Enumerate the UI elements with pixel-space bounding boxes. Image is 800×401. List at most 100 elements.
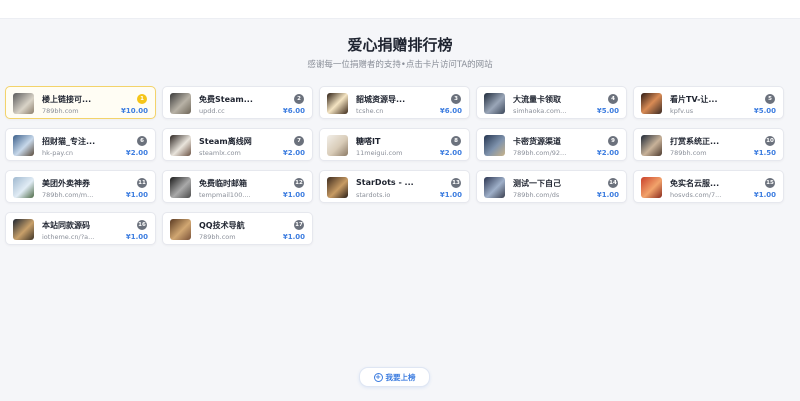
rank-badge: 1 [137, 94, 147, 104]
page-subtitle: 感谢每一位捐赠者的支持•点击卡片访问TA的网站 [307, 60, 493, 70]
rank-badge: 6 [137, 136, 147, 146]
donor-domain: 789bh.com [670, 149, 707, 157]
donor-domain: 789bh.com [42, 107, 79, 115]
donor-name: Steam离线网 [199, 137, 252, 146]
site-thumbnail-icon [13, 93, 34, 114]
donor-domain: 11meigui.com [356, 149, 403, 157]
site-thumbnail-icon [13, 177, 34, 198]
donor-name: 美团外卖神券 [42, 179, 90, 188]
site-thumbnail-icon [13, 219, 34, 240]
donor-card[interactable]: 韶城资源导... tcshe.cn 3 ¥6.00 [319, 86, 470, 119]
donor-card[interactable]: 免实名云服... hosvds.com/7... 15 ¥1.00 [633, 170, 784, 203]
apply-button-label: 我要上榜 [385, 372, 416, 382]
donor-card[interactable]: StarDots - ... stardots.io 13 ¥1.00 [319, 170, 470, 203]
donor-domain: hosvds.com/7... [670, 191, 722, 199]
rank-badge: 17 [294, 220, 304, 230]
donor-domain: iotheme.cn/?a... [42, 233, 95, 241]
apply-button[interactable]: + 我要上榜 [359, 367, 430, 387]
donor-name: 免实名云服... [670, 179, 720, 188]
rank-badge: 11 [137, 178, 147, 188]
site-thumbnail-icon [327, 93, 348, 114]
donor-card[interactable]: 美团外卖神券 789bh.com/m... 11 ¥1.00 [5, 170, 156, 203]
donation-amount: ¥1.50 [753, 149, 776, 157]
donation-amount: ¥5.00 [596, 107, 619, 115]
donor-name: 本站同款源码 [42, 221, 90, 230]
donor-card[interactable]: 大流量卡领取 simhaoka.com... 4 ¥5.00 [476, 86, 627, 119]
site-thumbnail-icon [641, 93, 662, 114]
donation-amount: ¥6.00 [282, 107, 305, 115]
donation-amount: ¥2.00 [596, 149, 619, 157]
plus-circle-icon: + [373, 372, 383, 382]
donor-card[interactable]: 打赏系统正... 789bh.com 10 ¥1.50 [633, 128, 784, 161]
donation-amount: ¥6.00 [439, 107, 462, 115]
donation-amount: ¥1.00 [125, 233, 148, 241]
donor-name: 打赏系统正... [670, 137, 720, 146]
site-thumbnail-icon [327, 135, 348, 156]
rank-badge: 10 [765, 136, 775, 146]
donor-domain: tempmail100.... [199, 191, 251, 199]
donor-domain: simhaoka.com... [513, 107, 567, 115]
donor-name: 糖嗒IT [356, 137, 381, 146]
site-thumbnail-icon [170, 219, 191, 240]
donor-card[interactable]: 测试一下自己 789bh.com/ds 14 ¥1.00 [476, 170, 627, 203]
rank-badge: 4 [608, 94, 618, 104]
donor-grid: 楼上链接可... 789bh.com 1 ¥10.00 免费Steam... updd.c… [5, 86, 796, 245]
donor-name: 楼上链接可... [42, 95, 92, 104]
donation-amount: ¥1.00 [439, 191, 462, 199]
donor-domain: kpfv.us [670, 107, 694, 115]
rank-badge: 3 [451, 94, 461, 104]
rank-badge: 12 [294, 178, 304, 188]
donor-domain: tcshe.cn [356, 107, 384, 115]
donation-amount: ¥2.00 [439, 149, 462, 157]
donation-amount: ¥1.00 [125, 191, 148, 199]
donation-amount: ¥2.00 [125, 149, 148, 157]
donor-name: 测试一下自己 [513, 179, 561, 188]
donation-amount: ¥1.00 [596, 191, 619, 199]
site-thumbnail-icon [327, 177, 348, 198]
site-thumbnail-icon [484, 177, 505, 198]
donor-domain: stardots.io [356, 191, 391, 199]
donor-name: QQ技术导航 [199, 221, 245, 230]
donation-amount: ¥1.00 [753, 191, 776, 199]
donor-card[interactable]: 本站同款源码 iotheme.cn/?a... 16 ¥1.00 [5, 212, 156, 245]
site-thumbnail-icon [13, 135, 34, 156]
donation-amount: ¥1.00 [282, 191, 305, 199]
donor-name: StarDots - ... [356, 178, 414, 187]
page-title: 爱心捐赠排行榜 [347, 36, 453, 54]
donation-amount: ¥1.00 [282, 233, 305, 241]
donor-name: 免费Steam... [199, 95, 253, 104]
donor-domain: steamlx.com [199, 149, 241, 157]
site-thumbnail-icon [484, 93, 505, 114]
donor-name: 卡密货源渠道 [513, 137, 561, 146]
rank-badge: 5 [765, 94, 775, 104]
donor-domain: hk-pay.cn [42, 149, 74, 157]
rank-badge: 15 [765, 178, 775, 188]
rank-badge: 2 [294, 94, 304, 104]
donor-name: 看片TV-让... [670, 95, 718, 104]
donor-card[interactable]: 看片TV-让... kpfv.us 5 ¥5.00 [633, 86, 784, 119]
donor-card[interactable]: 楼上链接可... 789bh.com 1 ¥10.00 [5, 86, 156, 119]
donor-domain: updd.cc [199, 107, 225, 115]
site-thumbnail-icon [641, 135, 662, 156]
top-bar [0, 0, 800, 19]
rank-badge: 13 [451, 178, 461, 188]
site-thumbnail-icon [484, 135, 505, 156]
donor-domain: 789bh.com [199, 233, 236, 241]
donor-name: 大流量卡领取 [513, 95, 561, 104]
donor-card[interactable]: 糖嗒IT 11meigui.com 8 ¥2.00 [319, 128, 470, 161]
donor-domain: 789bh.com/m... [42, 191, 94, 199]
donor-card[interactable]: QQ技术导航 789bh.com 17 ¥1.00 [162, 212, 313, 245]
donor-name: 免费临时邮箱 [199, 179, 247, 188]
donor-card[interactable]: 招财猫_专注... hk-pay.cn 6 ¥2.00 [5, 128, 156, 161]
donation-amount: ¥5.00 [753, 107, 776, 115]
donation-amount: ¥10.00 [120, 107, 148, 115]
donor-card[interactable]: Steam离线网 steamlx.com 7 ¥2.00 [162, 128, 313, 161]
donor-card[interactable]: 卡密货源渠道 789bh.com/92... 9 ¥2.00 [476, 128, 627, 161]
rank-badge: 7 [294, 136, 304, 146]
site-thumbnail-icon [641, 177, 662, 198]
rank-badge: 16 [137, 220, 147, 230]
donation-amount: ¥2.00 [282, 149, 305, 157]
donor-card[interactable]: 免费临时邮箱 tempmail100.... 12 ¥1.00 [162, 170, 313, 203]
donor-card[interactable]: 免费Steam... updd.cc 2 ¥6.00 [162, 86, 313, 119]
donor-name: 韶城资源导... [356, 95, 406, 104]
